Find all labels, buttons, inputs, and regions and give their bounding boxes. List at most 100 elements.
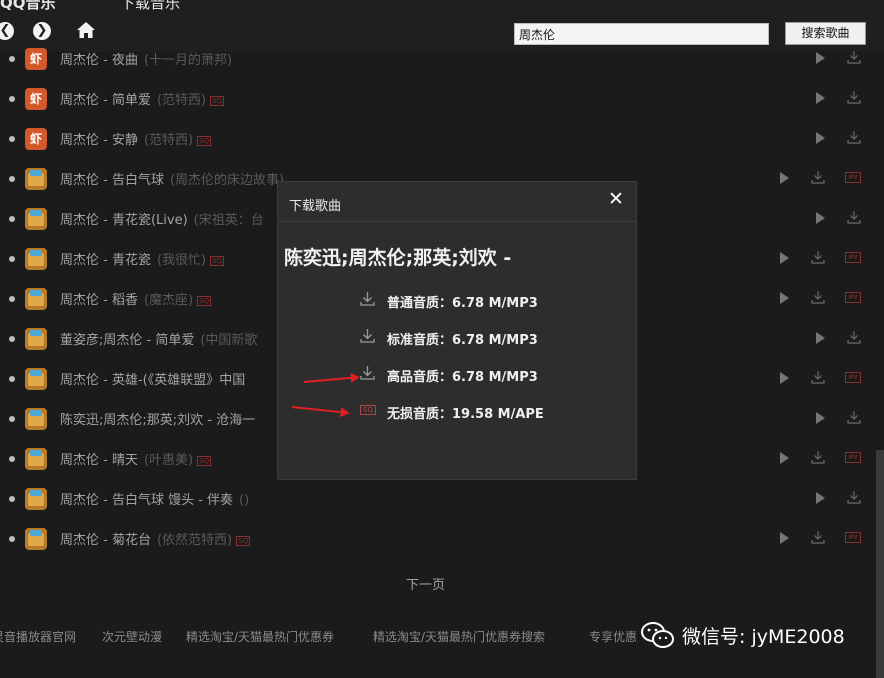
song-title[interactable]: 周杰伦 - 稻香 (魔杰座) SQ	[60, 289, 212, 308]
download-icon[interactable]	[811, 250, 825, 264]
download-icon[interactable]	[811, 450, 825, 464]
mv-icon[interactable]: MV	[845, 372, 861, 383]
song-title[interactable]: 周杰伦 - 简单爱 (范特西) SQ	[60, 89, 225, 108]
song-title[interactable]: 周杰伦 - 晴天 (叶惠美) SQ	[60, 449, 212, 468]
song-name: 陈奕迅;周杰伦;那英;刘欢 - 沧海一	[60, 413, 256, 428]
song-row[interactable]: 周杰伦 - 告白气球 馒头 - 伴奏 ()	[0, 478, 884, 518]
download-icon[interactable]	[811, 370, 825, 384]
next-page-link[interactable]: 下一页	[406, 574, 445, 593]
sq-badge: SQ	[197, 455, 212, 466]
footer-link[interactable]: 专享优惠	[589, 628, 637, 645]
download-icon[interactable]	[847, 130, 861, 144]
footer-link[interactable]: 灵音播放器官网	[0, 628, 76, 645]
download-icon[interactable]	[847, 330, 861, 344]
quality-option-high[interactable]: 高品音质：6.78 M/MP3	[360, 363, 620, 385]
close-icon[interactable]: ✕	[608, 188, 624, 210]
song-row[interactable]: 虾周杰伦 - 夜曲 (十一月的萧邦)	[0, 38, 884, 78]
play-icon[interactable]	[816, 212, 825, 224]
download-icon[interactable]	[847, 90, 861, 104]
song-name: 周杰伦 - 青花瓷(Live)	[60, 213, 188, 228]
song-title[interactable]: 董姿彦;周杰伦 - 简单爱 (中国新歌	[60, 329, 257, 348]
song-title[interactable]: 周杰伦 - 菊花台 (依然范特西) SQ	[60, 529, 251, 548]
quality-label: 无损音质：19.58 M/APE	[387, 407, 544, 422]
sq-badge: SQ	[210, 95, 225, 106]
song-title[interactable]: 周杰伦 - 英雄-(《英雄联盟》中国	[60, 369, 251, 388]
download-icon	[360, 329, 375, 343]
play-icon[interactable]	[780, 532, 789, 544]
song-row[interactable]: 周杰伦 - 菊花台 (依然范特西) SQ MV	[0, 518, 884, 558]
bullet-icon	[9, 176, 15, 182]
download-icon	[360, 292, 375, 306]
dialog-header: 下载歌曲 ✕	[278, 182, 636, 222]
download-icon[interactable]	[811, 530, 825, 544]
play-icon[interactable]	[780, 172, 789, 184]
bullet-icon	[9, 376, 15, 382]
bullet-icon	[9, 296, 15, 302]
download-icon[interactable]	[847, 210, 861, 224]
dialog-song-title: 陈奕迅;周杰伦;那英;刘欢 -	[284, 247, 512, 269]
play-icon[interactable]	[816, 492, 825, 504]
song-name: 周杰伦 - 稻香	[60, 293, 138, 308]
song-name: 董姿彦;周杰伦 - 简单爱	[60, 333, 195, 348]
song-album: (依然范特西)	[156, 533, 233, 548]
song-title[interactable]: 周杰伦 - 青花瓷 (我很忙) SQ	[60, 249, 225, 268]
bullet-icon	[9, 536, 15, 542]
download-icon[interactable]	[847, 410, 861, 424]
download-icon[interactable]	[811, 170, 825, 184]
quality-option-normal[interactable]: 普通音质：6.78 M/MP3	[360, 289, 620, 311]
download-icon[interactable]	[847, 490, 861, 504]
sq-badge: SQ	[197, 295, 212, 306]
song-album: (宋祖英：台	[193, 213, 264, 228]
bullet-icon	[9, 256, 15, 262]
download-icon	[360, 366, 375, 380]
song-title[interactable]: 周杰伦 - 告白气球 (周杰伦的床边故事)	[60, 169, 284, 188]
song-title[interactable]: 陈奕迅;周杰伦;那英;刘欢 - 沧海一	[60, 409, 261, 428]
play-icon[interactable]	[816, 52, 825, 64]
mv-icon[interactable]: MV	[845, 532, 861, 543]
play-icon[interactable]	[780, 252, 789, 264]
sq-icon: SQ	[360, 405, 376, 415]
mv-icon[interactable]: MV	[845, 172, 861, 183]
download-dialog: 下载歌曲 ✕ 陈奕迅;周杰伦;那英;刘欢 - 普通音质：6.78 M/MP3 标…	[277, 181, 637, 480]
song-name: 周杰伦 - 简单爱	[60, 93, 151, 108]
dialog-title: 下载歌曲	[289, 199, 342, 214]
song-title[interactable]: 周杰伦 - 青花瓷(Live) (宋祖英：台	[60, 209, 264, 228]
song-row[interactable]: 虾周杰伦 - 简单爱 (范特西) SQ	[0, 78, 884, 118]
music-box-source-icon	[25, 408, 47, 430]
song-album: (十一月的萧邦)	[143, 53, 233, 68]
site-subtitle: 下载音乐	[120, 0, 181, 12]
music-box-source-icon	[25, 208, 47, 230]
scrollbar[interactable]	[876, 450, 884, 678]
xiami-source-icon: 虾	[25, 48, 47, 70]
footer-link[interactable]: 精选淘宝/天猫最热门优惠券搜索	[373, 628, 545, 645]
bullet-icon	[9, 416, 15, 422]
play-icon[interactable]	[780, 292, 789, 304]
song-title[interactable]: 周杰伦 - 告白气球 馒头 - 伴奏 ()	[60, 489, 249, 508]
play-icon[interactable]	[816, 412, 825, 424]
song-title[interactable]: 周杰伦 - 安静 (范特西) SQ	[60, 129, 212, 148]
play-icon[interactable]	[816, 332, 825, 344]
mv-icon[interactable]: MV	[845, 452, 861, 463]
play-icon[interactable]	[780, 372, 789, 384]
site-name: QQ音乐	[0, 0, 56, 12]
song-row[interactable]: 虾周杰伦 - 安静 (范特西) SQ	[0, 118, 884, 158]
quality-option-standard[interactable]: 标准音质：6.78 M/MP3	[360, 326, 620, 348]
home-icon[interactable]	[76, 20, 96, 40]
download-icon[interactable]	[811, 290, 825, 304]
quality-option-lossless[interactable]: SQ 无损音质：19.58 M/APE	[360, 400, 620, 422]
bullet-icon	[9, 216, 15, 222]
song-album: ()	[239, 493, 250, 508]
play-icon[interactable]	[780, 452, 789, 464]
download-icon[interactable]	[847, 50, 861, 64]
song-name: 周杰伦 - 青花瓷	[60, 253, 151, 268]
play-icon[interactable]	[816, 92, 825, 104]
play-icon[interactable]	[816, 132, 825, 144]
bullet-icon	[9, 96, 15, 102]
mv-icon[interactable]: MV	[845, 292, 861, 303]
footer-link[interactable]: 精选淘宝/天猫最热门优惠券	[186, 628, 334, 645]
footer-link[interactable]: 次元壁动漫	[102, 628, 162, 645]
bullet-icon	[9, 336, 15, 342]
song-title[interactable]: 周杰伦 - 夜曲 (十一月的萧邦)	[60, 49, 232, 68]
wechat-icon	[641, 622, 674, 648]
mv-icon[interactable]: MV	[845, 252, 861, 263]
